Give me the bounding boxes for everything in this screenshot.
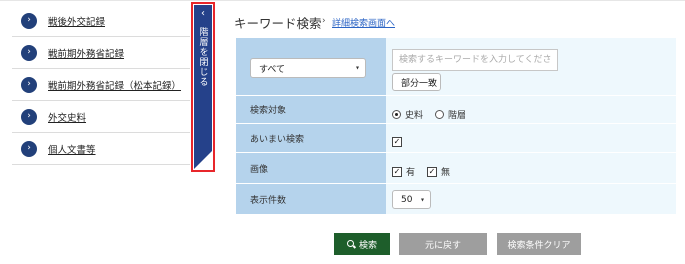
chevron-right-icon: › (21, 76, 37, 93)
detail-search-link[interactable]: 詳細検索画面へ (332, 16, 395, 29)
scope-select[interactable]: すべて ▾ (250, 58, 366, 78)
image-yes-label: 有 (406, 168, 416, 178)
sidebar-item-label: 戦後外交記録 (48, 16, 106, 28)
clear-conditions-button[interactable]: 検索条件クリア (497, 233, 581, 255)
caret-down-icon: ▾ (355, 64, 359, 72)
search-button[interactable]: 検索 (334, 233, 390, 255)
sidebar-item-prewar-matsumoto-records[interactable]: › 戦前期外務省記録（松本記録） (12, 69, 190, 101)
sidebar-item-prewar-foreign-ministry-records[interactable]: › 戦前期外務省記録 (12, 37, 190, 69)
results-count-select[interactable]: 50 ▾ (392, 190, 431, 209)
collapse-hierarchy-toggle[interactable]: ‹ 階層を閉じる (194, 5, 212, 169)
chevron-left-icon: ‹ (201, 8, 205, 19)
target-label: 検索対象 (236, 96, 386, 123)
image-no-checkbox[interactable]: ✓ (427, 166, 438, 177)
collapse-hierarchy-label: 階層を閉じる (197, 27, 208, 87)
sidebar-item-label: 外交史料 (48, 112, 87, 124)
scope-select-value: すべて (259, 64, 286, 75)
sidebar-item-label: 戦前期外務省記録 (48, 48, 125, 60)
page-title: キーワード検索 (234, 16, 322, 31)
match-mode-select[interactable]: 部分一致 ▾ (392, 73, 441, 91)
search-icon (346, 239, 356, 249)
search-button-label: 検索 (358, 240, 377, 251)
radio-material[interactable] (392, 110, 401, 119)
image-no-label: 無 (441, 168, 451, 178)
count-label: 表示件数 (236, 184, 386, 214)
results-count-value: 50 (401, 194, 413, 205)
image-yes-checkbox[interactable]: ✓ (392, 166, 402, 177)
chevron-right-icon: › (21, 12, 37, 29)
fuzzy-search-option: ✓ (392, 137, 402, 147)
radio-hierarchy-label: 階層 (448, 111, 467, 121)
fuzzy-search-checkbox[interactable]: ✓ (392, 137, 402, 147)
sidebar-item-diplomatic-materials[interactable]: › 外交史料 (12, 101, 190, 133)
chevron-right-icon: › (21, 44, 37, 61)
sidebar: › 戦後外交記録 › 戦前期外務省記録 › 戦前期外務省記録（松本記録） › 外… (0, 1, 190, 264)
link-arrow-icon: › (322, 16, 326, 26)
caret-down-icon: ▾ (430, 78, 434, 86)
chevron-right-icon: › (21, 140, 37, 157)
reset-button[interactable]: 元に戻す (399, 233, 487, 255)
image-label: 画像 (236, 153, 386, 183)
sidebar-item-personal-documents[interactable]: › 個人文書等 (12, 133, 190, 165)
radio-material-label: 史料 (405, 111, 424, 121)
radio-hierarchy[interactable] (435, 110, 445, 119)
image-options: ✓ 有 ✓ 無 (392, 165, 450, 178)
search-target-options: 史料 階層 (392, 108, 466, 121)
sidebar-item-postwar-diplomatic-records[interactable]: › 戦後外交記録 (12, 5, 190, 37)
fuzzy-row: あいまい検索 (236, 124, 676, 153)
sidebar-item-label: 個人文書等 (48, 144, 96, 156)
count-row: 表示件数 (236, 184, 676, 214)
sidebar-item-label: 戦前期外務省記録（松本記録） (48, 80, 182, 92)
keyword-input[interactable] (392, 49, 558, 71)
clear-conditions-label: 検索条件クリア (507, 240, 571, 251)
fuzzy-label: あいまい検索 (236, 124, 386, 152)
chevron-right-icon: › (21, 108, 37, 125)
reset-button-label: 元に戻す (424, 240, 461, 251)
caret-down-icon: ▾ (420, 196, 424, 203)
image-row: 画像 (236, 153, 676, 184)
toggle-corner-notch (194, 151, 212, 169)
